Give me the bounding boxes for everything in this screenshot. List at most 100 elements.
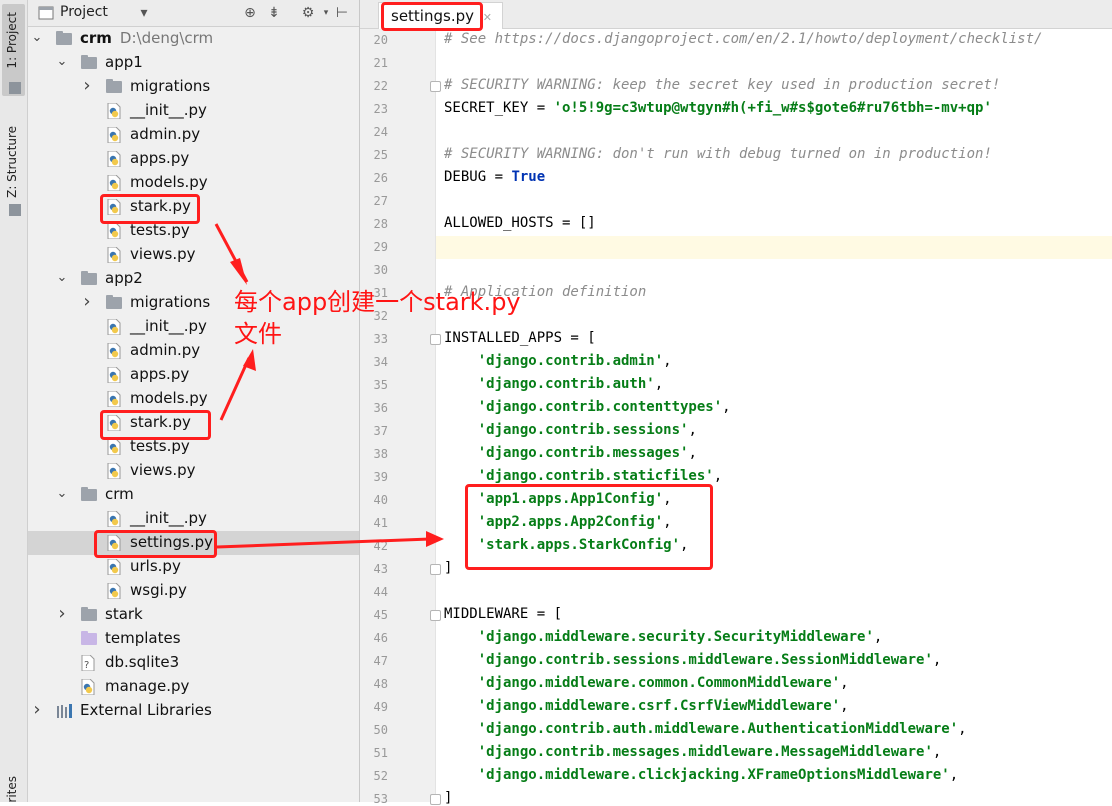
tree-item[interactable]: ⌄ crm (28, 483, 359, 507)
settings-dropdown-icon[interactable]: ▾ (318, 5, 334, 21)
tree-item-name: admin.py (130, 341, 201, 359)
project-tool-button[interactable]: 1: Project (2, 4, 25, 96)
tree-item[interactable]: manage.py (28, 675, 359, 699)
tree-item-label: models.py (130, 389, 208, 407)
tree-item[interactable]: admin.py (28, 123, 359, 147)
annotation-line2: 文件 (234, 320, 282, 348)
tree-item[interactable]: wsgi.py (28, 579, 359, 603)
structure-tool-button[interactable]: Z: Structure (2, 120, 25, 220)
project-panel: Project ▾ ⊕ ⇟ ⚙ ▾ ⊢ ⌄ crm D:\deng\crm ⌄ app1… (28, 0, 360, 802)
favorites-tool-button[interactable]: rites (2, 770, 25, 803)
line-number: 49 (373, 700, 388, 714)
code-token: 'django.middleware.common.CommonMiddlewa… (477, 675, 841, 691)
tree-item[interactable]: ? db.sqlite3 (28, 651, 359, 675)
tree-item[interactable]: › stark (28, 603, 359, 627)
tree-item[interactable]: › migrations (28, 75, 359, 99)
annotation-text: 每个app创建一个stark.py 文件 (234, 286, 521, 350)
line-number: 30 (373, 263, 388, 277)
tree-item[interactable]: › External Libraries (28, 699, 359, 723)
chevron-down-icon[interactable]: ⌄ (56, 54, 68, 70)
tree-item[interactable]: apps.py (28, 147, 359, 171)
chevron-right-icon[interactable]: › (81, 293, 93, 311)
code-token: , (949, 767, 959, 783)
code-editor[interactable]: # See https://docs.djangoproject.com/en/… (436, 29, 1112, 806)
project-tool-icon (9, 82, 21, 94)
code-line: DEBUG = True (444, 169, 545, 185)
tree-item-name: __init__.py (130, 317, 207, 335)
code-token: 'django.contrib.contenttypes' (477, 399, 723, 415)
code-token: ALLOWED_HOSTS = [] (444, 215, 596, 231)
line-number: 47 (373, 654, 388, 668)
hide-icon[interactable]: ⊢ (334, 5, 350, 21)
code-token: 'django.middleware.security.SecurityMidd… (477, 629, 874, 645)
favorites-tool-label: rites (5, 776, 19, 803)
chevron-right-icon[interactable]: › (81, 77, 93, 95)
tree-item-name: __init__.py (130, 509, 207, 527)
tree-item-name: __init__.py (130, 101, 207, 119)
python-file-icon (107, 318, 123, 336)
close-icon[interactable]: ✕ (483, 11, 492, 24)
tree-item-name: apps.py (130, 149, 190, 167)
tree-item[interactable]: models.py (28, 171, 359, 195)
tree-item-label: crm D:\deng\crm (80, 29, 213, 47)
tree-item[interactable]: views.py (28, 243, 359, 267)
chevron-down-icon[interactable]: ⌄ (56, 486, 68, 502)
tree-item[interactable]: ⌄ crm D:\deng\crm (28, 27, 359, 51)
tree-item[interactable]: templates (28, 627, 359, 651)
code-token: 'django.contrib.messages' (477, 445, 689, 461)
locate-icon[interactable]: ⊕ (242, 5, 258, 21)
chevron-right-icon[interactable]: › (31, 701, 43, 719)
line-number: 43 (373, 562, 388, 576)
line-number: 23 (373, 102, 388, 116)
line-number: 20 (373, 33, 388, 47)
line-number: 21 (373, 56, 388, 70)
libraries-icon (56, 703, 72, 719)
gear-icon[interactable]: ⚙ (300, 5, 316, 21)
code-line: # SECURITY WARNING: keep the secret key … (444, 77, 1000, 93)
templates-folder-icon (81, 631, 97, 645)
line-number: 25 (373, 148, 388, 162)
line-number: 44 (373, 585, 388, 599)
annotation-line1: 每个app创建一个stark.py (234, 288, 521, 316)
tree-item[interactable]: ⌄ app1 (28, 51, 359, 75)
dropdown-icon[interactable]: ▾ (136, 5, 152, 21)
code-token: DEBUG = (444, 169, 512, 185)
code-token: ] (444, 790, 453, 806)
line-number: 27 (373, 194, 388, 208)
project-panel-header: Project ▾ ⊕ ⇟ ⚙ ▾ ⊢ (28, 0, 359, 27)
chevron-down-icon[interactable]: ⌄ (31, 30, 43, 46)
code-token: 'django.contrib.sessions.middleware.Sess… (477, 652, 933, 668)
tree-item[interactable]: apps.py (28, 363, 359, 387)
tree-item-label: urls.py (130, 557, 181, 575)
database-file-icon: ? (81, 654, 97, 672)
code-line: 'django.contrib.sessions', (444, 422, 697, 438)
tree-item-name: db.sqlite3 (105, 653, 180, 671)
tree-item[interactable]: views.py (28, 459, 359, 483)
tree-item[interactable]: urls.py (28, 555, 359, 579)
tree-item[interactable]: __init__.py (28, 99, 359, 123)
tree-item-label: templates (105, 629, 181, 647)
code-token: , (932, 652, 942, 668)
python-file-icon (107, 558, 123, 576)
folder-icon (81, 271, 97, 285)
python-file-icon (107, 582, 123, 600)
python-file-icon (107, 510, 123, 528)
code-line: 'django.contrib.auth', (444, 376, 663, 392)
chevron-right-icon[interactable]: › (56, 605, 68, 623)
python-file-icon (107, 462, 123, 480)
tree-item[interactable]: __init__.py (28, 507, 359, 531)
tree-item-name: migrations (130, 293, 211, 311)
chevron-down-icon[interactable]: ⌄ (56, 270, 68, 286)
tree-item-name: models.py (130, 173, 208, 191)
code-line: 'django.contrib.admin', (444, 353, 672, 369)
collapse-icon[interactable]: ⇟ (266, 5, 282, 21)
project-tool-label: 1: Project (5, 12, 19, 69)
line-number: 53 (373, 792, 388, 806)
line-number: 34 (373, 355, 388, 369)
tree-item[interactable]: models.py (28, 387, 359, 411)
code-token: 'django.contrib.admin' (477, 353, 664, 369)
line-number: 36 (373, 401, 388, 415)
tree-item-label: admin.py (130, 125, 200, 143)
